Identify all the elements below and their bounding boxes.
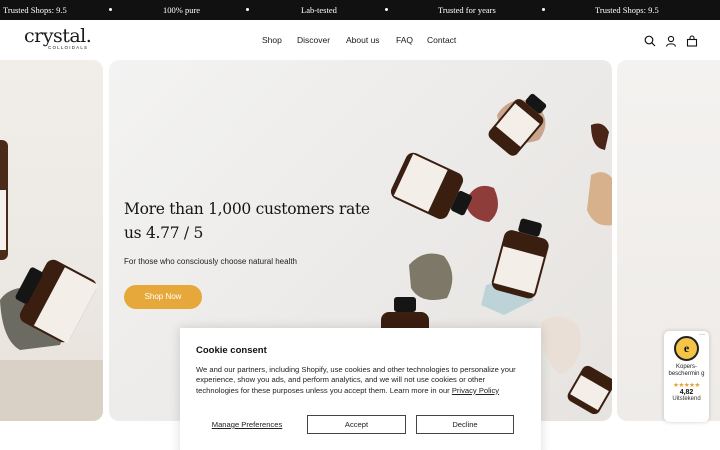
main-nav: Shop Discover About us FAQ Contact [0,35,720,47]
account-icon[interactable] [665,34,677,47]
cookie-consent-dialog: Cookie consent We and our partners, incl… [180,328,541,450]
nav-item-about-us[interactable]: About us [346,35,380,45]
nav-item-faq[interactable]: FAQ [396,35,413,45]
accept-button[interactable]: Accept [307,415,406,434]
rating-verdict: Uitstekend [672,395,701,402]
privacy-policy-link[interactable]: Privacy Policy [452,386,499,395]
announcement-item: Trusted Shops: 9.5 [3,5,67,15]
separator-dot [542,8,545,11]
cookie-title: Cookie consent [196,345,267,356]
trust-seal-letter: e [683,341,690,355]
shop-now-button[interactable]: Shop Now [124,285,202,309]
close-badge-icon[interactable]: — [699,332,705,338]
announcement-item: Lab-tested [301,5,337,15]
search-icon[interactable] [644,34,656,47]
trust-label: Kopers-beschermin g [668,364,705,378]
decline-button[interactable]: Decline [416,415,514,434]
rating-score: 4,82 [679,388,694,396]
separator-dot [109,8,112,11]
manage-preferences-button[interactable]: Manage Preferences [208,415,286,434]
nav-item-discover[interactable]: Discover [297,35,330,45]
separator-dot [385,8,388,11]
nav-item-contact[interactable]: Contact [427,35,456,45]
announcement-bar: Trusted Shops: 9.5 100% pure Lab-tested … [0,0,720,20]
announcement-item: 100% pure [163,5,201,15]
trust-seal-icon: e [674,336,699,361]
cart-icon[interactable] [686,34,698,47]
announcement-item: Trusted for years [438,5,496,15]
rating-stars: ★★★★★ [673,381,700,389]
site-header: crystal. COLLOIDALS Shop Discover About … [0,20,720,60]
cookie-body: We and our partners, including Shopify, … [196,365,528,396]
separator-dot [246,8,249,11]
trusted-shops-badge[interactable]: — e Kopers-beschermin g ★★★★★ 4,82 Uitst… [664,331,709,422]
hero-subtitle: For those who consciously choose natural… [124,257,297,266]
nav-item-shop[interactable]: Shop [262,35,282,45]
announcement-item: Trusted Shops: 9.5 [595,5,659,15]
slide-previous[interactable] [0,60,103,421]
hero-title: More than 1,000 customers rate us 4.77 /… [124,200,370,242]
